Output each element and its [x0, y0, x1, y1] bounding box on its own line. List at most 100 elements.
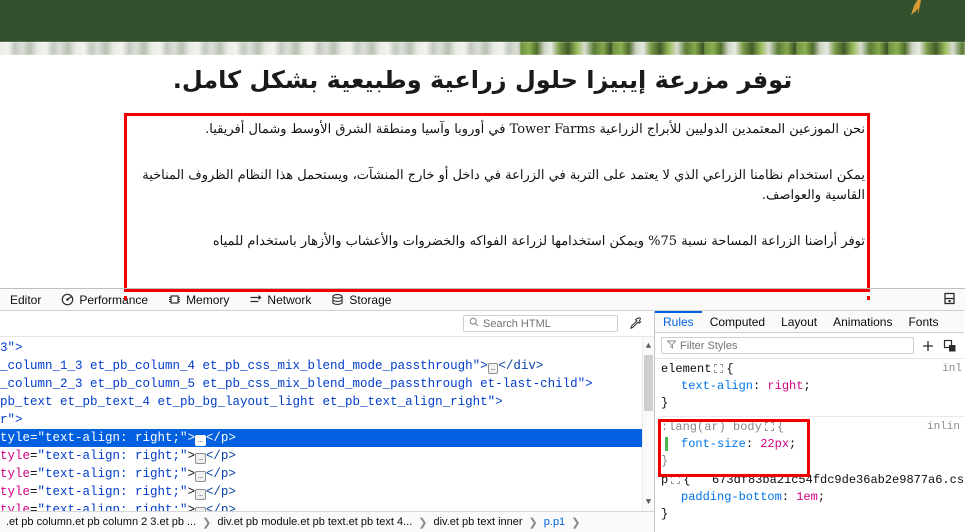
css-declaration[interactable]: font-size: 22px; [661, 436, 964, 453]
markup-line[interactable]: tyle="text-align: right;">…</p> [0, 501, 654, 511]
devtools-tab-performance[interactable]: Performance [51, 289, 158, 310]
css-rule[interactable]: element{inl text-align: right; } [661, 361, 964, 414]
scrollbar-thumb[interactable] [644, 355, 653, 411]
paragraph-2[interactable]: يمكن استخدام نظامنا الزراعي الذي لا يعتم… [130, 166, 865, 206]
markup-line[interactable]: tyle="text-align: right;">…</p> [0, 447, 654, 465]
expand-ellipsis-icon[interactable]: … [195, 471, 206, 482]
scroll-down-arrow-icon[interactable]: ▼ [646, 493, 651, 511]
markup-attr-value: "text-align: right;" [37, 485, 188, 499]
markup-line-text: _column_2_3 et_pb_column_5 et_pb_css_mix… [0, 377, 593, 391]
network-icon [249, 293, 262, 306]
chevron-right-icon[interactable]: ❯ [571, 516, 580, 529]
rules-pane: Rules Computed Layout Animations Fonts F… [655, 311, 964, 532]
search-input[interactable]: Search HTML [463, 315, 618, 332]
markup-line-selected[interactable]: tyle="text-align: right;">… </p> [0, 429, 654, 447]
devtools-tab-editor[interactable]: Editor [0, 289, 51, 310]
css-selector[interactable]: p [661, 473, 668, 487]
markup-close-tag: </div> [498, 359, 544, 373]
devtools-tab-memory[interactable]: Memory [158, 289, 239, 310]
tab-animations[interactable]: Animations [825, 311, 900, 332]
markup-attr-name: tyle [0, 503, 31, 511]
markup-attr-value: "text-align: right;" [37, 467, 188, 481]
markup-attr-value: "text-align: right;" [37, 449, 188, 463]
css-property-value[interactable]: 1em [796, 490, 818, 504]
css-rule-close: } [661, 454, 669, 468]
markup-attr-value: "text-align: right;" [37, 503, 188, 511]
toggle-pseudo-icon[interactable] [714, 364, 724, 373]
markup-line[interactable]: 3"> [0, 339, 654, 357]
breadcrumb-item-active[interactable]: p.p1 [542, 516, 567, 528]
pseudo-class-icon[interactable] [942, 338, 958, 354]
markup-line[interactable]: tyle="text-align: right;">…</p> [0, 465, 654, 483]
css-rule-header: :lang(ar) body{inlin [661, 419, 960, 436]
css-property-name[interactable]: font-size [681, 437, 746, 451]
markup-line[interactable]: _column_2_3 et_pb_column_5 et_pb_css_mix… [0, 375, 654, 393]
css-source[interactable]: 673df83ba21c54fdc9de36ab2e9877a6.cs [712, 473, 964, 487]
annotation-edge-top-devtools [124, 289, 870, 292]
markup-line-text: pb_text et_pb_text_4 et_pb_bg_layout_lig… [0, 395, 503, 409]
hero-photo-left [0, 42, 520, 55]
css-property-value[interactable]: right [767, 379, 803, 393]
css-source[interactable]: inl [942, 361, 962, 378]
markup-view[interactable]: 3"> _column_1_3 et_pb_column_4 et_pb_css… [0, 337, 654, 511]
toggle-pseudo-icon[interactable] [764, 422, 774, 431]
expand-ellipsis-icon[interactable]: … [195, 435, 206, 446]
css-selector[interactable]: :lang(ar) body [661, 420, 762, 434]
css-source[interactable]: inlin [927, 419, 960, 436]
markup-line[interactable]: _column_1_3 et_pb_column_4 et_pb_css_mix… [0, 357, 654, 375]
expand-ellipsis-icon[interactable]: … [195, 489, 206, 500]
search-icon [469, 317, 479, 330]
tab-rules[interactable]: Rules [655, 311, 702, 332]
markup-close-tag: </p> [205, 431, 236, 445]
markup-attr-name: tyle [0, 485, 31, 499]
breadcrumb-item[interactable]: .et pb column.et pb column 2 3.et pb ... [4, 516, 198, 528]
markup-line[interactable]: r"> [0, 411, 654, 429]
rules-filter-row: Filter Styles [655, 333, 964, 359]
tab-computed[interactable]: Computed [702, 311, 773, 332]
css-property-name[interactable]: padding-bottom [681, 490, 782, 504]
markup-close-tag: </p> [205, 449, 236, 463]
storage-icon [331, 293, 344, 306]
css-declaration[interactable]: text-align: right; [661, 378, 964, 395]
rules-list[interactable]: element{inl text-align: right; } :lang(a… [655, 359, 964, 532]
css-selector[interactable]: element [661, 362, 711, 376]
devtools-tab-label: Storage [349, 292, 392, 307]
expand-ellipsis-icon[interactable]: … [195, 453, 206, 464]
markup-line[interactable]: tyle="text-align: right;">…</p> [0, 483, 654, 501]
hero-banner [0, 0, 965, 42]
markup-line-text: r"> [0, 413, 23, 427]
chevron-right-icon: ❯ [202, 516, 212, 529]
expand-ellipsis-icon[interactable]: … [487, 363, 499, 374]
css-declaration[interactable]: padding-bottom: 1em; [661, 489, 964, 506]
tab-layout[interactable]: Layout [773, 311, 825, 332]
markup-scrollbar[interactable]: ▲ ▼ [642, 337, 654, 511]
toggle-pseudo-icon[interactable] [671, 475, 681, 484]
markup-line-text: _column_1_3 et_pb_column_4 et_pb_css_mix… [0, 359, 488, 373]
css-rule[interactable]: p{ 673df83ba21c54fdc9de36ab2e9877a6.cs p… [661, 472, 964, 525]
devtools-tab-label: Memory [186, 292, 230, 307]
expand-ellipsis-icon[interactable]: … [195, 507, 206, 511]
dock-split-icon[interactable] [942, 291, 957, 309]
devtools-tab-network[interactable]: Network [239, 289, 321, 310]
markup-attr-value: "text-align: right;" [37, 431, 188, 445]
paragraph-3[interactable]: توفر أراضنا الزراعة المساحة نسبة 75% ويم… [130, 232, 865, 252]
eyedropper-icon[interactable] [626, 315, 644, 333]
scroll-up-arrow-icon[interactable]: ▲ [646, 337, 651, 355]
breadcrumb-item[interactable]: div.et pb module.et pb text.et pb text 4… [215, 516, 414, 528]
plus-icon[interactable] [920, 338, 936, 354]
article-body: نحن الموزعين المعتمدين الدوليين للأبراج … [130, 120, 865, 253]
tab-fonts[interactable]: Fonts [900, 311, 946, 332]
css-rule-highlighted[interactable]: :lang(ar) body{inlin font-size: 22px; } [661, 419, 964, 472]
css-property-name[interactable]: text-align [681, 379, 753, 393]
search-placeholder: Search HTML [483, 317, 551, 330]
css-rule-close: } [661, 507, 669, 521]
devtools-tab-label: Network [267, 292, 312, 307]
breadcrumb-item[interactable]: div.et pb text inner [431, 516, 524, 528]
chevron-right-icon: ❯ [418, 516, 428, 529]
paragraph-1[interactable]: نحن الموزعين المعتمدين الدوليين للأبراج … [130, 120, 865, 140]
rule-divider [661, 416, 964, 417]
filter-styles-input[interactable]: Filter Styles [661, 337, 914, 354]
devtools-tab-storage[interactable]: Storage [321, 289, 401, 310]
markup-line[interactable]: pb_text et_pb_text_4 et_pb_bg_layout_lig… [0, 393, 654, 411]
css-property-value[interactable]: 22px [760, 437, 789, 451]
